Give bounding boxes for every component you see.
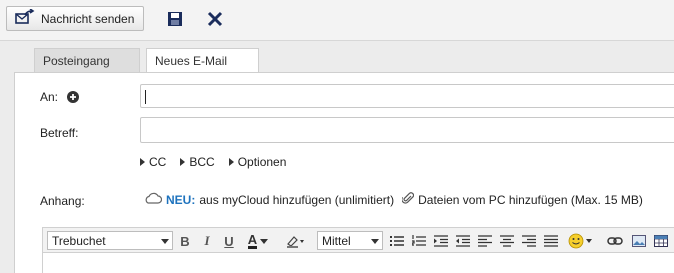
to-input[interactable] [140,84,674,108]
options-link[interactable]: Optionen [228,155,287,169]
tab-new-email[interactable]: Neues E-Mail [146,48,259,73]
triangle-right-icon [180,158,186,166]
numbered-list-icon[interactable] [410,232,428,250]
outdent-icon[interactable] [454,232,472,250]
paperclip-icon [401,191,415,208]
align-justify-icon[interactable] [542,232,560,250]
italic-button[interactable]: I [198,232,216,250]
cc-label: CC [149,155,167,169]
options-label: Optionen [237,155,287,169]
attachment-actions: NEU: aus myCloud hinzufügen (unlimitiert… [144,191,643,208]
align-left-icon[interactable] [476,232,494,250]
subject-input[interactable] [140,117,674,143]
table-icon[interactable] [652,232,670,250]
editor-toolbar: Trebuchet B I U A Mittel [42,227,674,253]
chevron-down-icon [161,239,169,244]
bold-button[interactable]: B [176,232,194,250]
align-center-icon[interactable] [498,232,516,250]
add-from-pc-link[interactable]: Dateien vom PC hinzufügen (Max. 15 MB) [418,193,643,207]
chevron-down-icon [371,239,379,244]
triangle-right-icon [228,158,234,166]
image-icon[interactable] [630,232,648,250]
send-icon [15,8,35,28]
text-caret [145,90,146,104]
chevron-down-icon [260,238,269,244]
underline-button[interactable]: U [220,232,238,250]
align-right-icon[interactable] [520,232,538,250]
indent-icon[interactable] [432,232,450,250]
new-badge: NEU: [166,192,196,207]
save-icon[interactable] [165,9,185,29]
recipient-options: CC BCC Optionen [140,155,286,169]
cc-link[interactable]: CC [140,155,166,169]
close-icon[interactable] [205,9,225,29]
add-from-mycloud-link[interactable]: aus myCloud hinzufügen (unlimitiert) [199,193,394,207]
link-icon[interactable] [606,232,624,250]
emoji-button[interactable] [566,232,596,250]
cloud-icon [144,192,163,207]
top-toolbar: Nachricht senden [0,0,674,41]
font-color-button[interactable]: A [244,232,272,250]
send-button-label: Nachricht senden [41,11,135,26]
font-size-value: Mittel [322,233,351,248]
font-family-select[interactable]: Trebuchet [47,231,173,250]
triangle-right-icon [140,158,145,166]
font-family-value: Trebuchet [52,233,106,248]
tab-bar: Posteingang Neues E-Mail [0,48,674,73]
tab-new-email-label: Neues E-Mail [155,54,228,68]
font-color-letter: A [247,231,258,249]
tab-inbox[interactable]: Posteingang [34,48,140,72]
bullet-list-icon[interactable] [388,232,406,250]
attachment-label: Anhang: [40,194,85,208]
send-message-button[interactable]: Nachricht senden [6,6,144,31]
subject-label: Betreff: [40,126,79,140]
font-size-select[interactable]: Mittel [317,231,383,250]
highlight-color-button[interactable] [282,232,310,250]
bcc-label: BCC [189,155,215,169]
to-label: An: [40,90,59,104]
message-body-editor[interactable] [42,253,674,273]
bcc-link[interactable]: BCC [180,155,215,169]
tab-inbox-label: Posteingang [43,53,110,68]
add-recipient-icon[interactable] [67,91,79,106]
